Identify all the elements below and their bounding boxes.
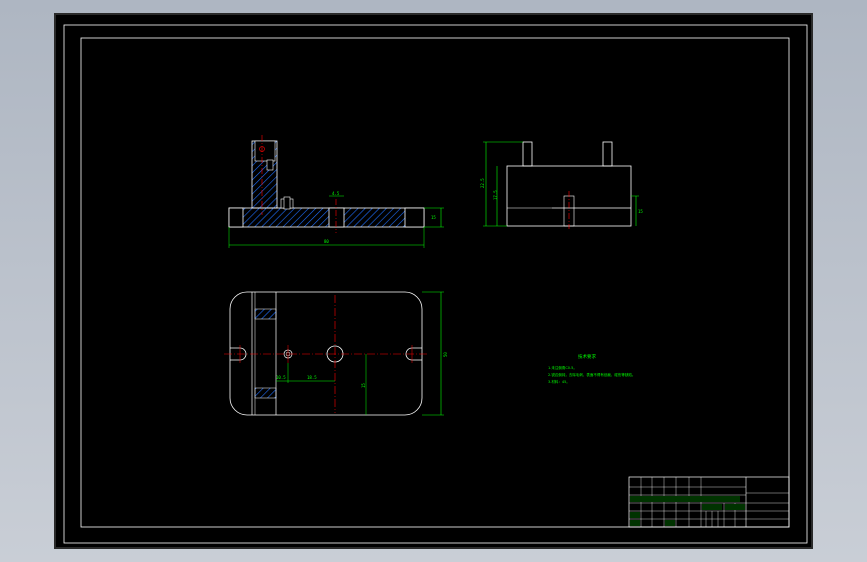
- cad-drawing: 80 15 4.5 22.5 17.5 15 50 10.5 18.5 15 技…: [63, 24, 808, 544]
- top-view: 50 10.5 18.5 15: [224, 291, 448, 416]
- top-offset-1: 10.5: [276, 375, 286, 380]
- top-offset-2: 18.5: [307, 375, 317, 380]
- front-slot-label: 4.5: [332, 191, 340, 196]
- side-view: 22.5 17.5 15: [480, 141, 643, 229]
- inner-border: [80, 37, 790, 528]
- notes-line-1: 1.未注倒角C0.5。: [548, 365, 577, 370]
- title-block: [628, 476, 790, 528]
- front-length-label: 80: [324, 239, 329, 244]
- technical-notes: 技术要求 1.未注倒角C0.5。 2.锐边倒钝，去除毛刺，表面不得有划痕、碰伤等…: [548, 353, 635, 384]
- front-height-label: 15: [431, 215, 436, 220]
- top-depth-label: 15: [361, 383, 366, 388]
- drawing-canvas: 80 15 4.5 22.5 17.5 15 50 10.5 18.5 15 技…: [54, 13, 813, 549]
- top-width-label: 50: [443, 352, 448, 357]
- side-right-label: 15: [638, 209, 643, 214]
- notes-line-3: 3.材料：45。: [548, 379, 570, 384]
- notes-line-2: 2.锐边倒钝，去除毛刺，表面不得有划痕、碰伤等缺陷。: [548, 372, 635, 377]
- outer-border: [63, 24, 808, 544]
- notes-heading: 技术要求: [578, 353, 596, 360]
- side-height-outer: 22.5: [480, 178, 485, 188]
- front-view: 80 15 4.5: [228, 135, 444, 248]
- side-height-inner: 17.5: [493, 190, 498, 200]
